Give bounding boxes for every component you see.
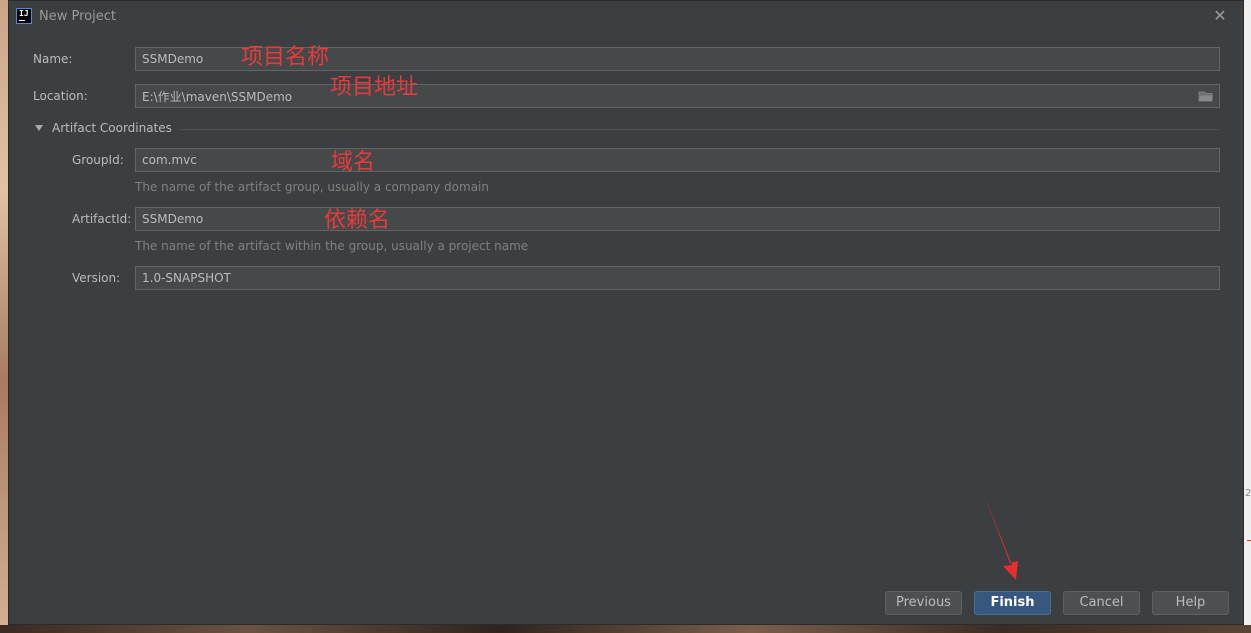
annotation-artifactid: 依赖名 xyxy=(324,208,391,233)
intellij-idea-icon: IJ xyxy=(16,8,32,24)
location-label: Location: xyxy=(33,89,88,103)
section-divider xyxy=(179,129,1219,130)
triangle-down-icon xyxy=(35,125,43,131)
title-bar[interactable]: IJ New Project ✕ xyxy=(9,1,1243,31)
version-label: Version: xyxy=(72,271,121,285)
desktop-background-left xyxy=(0,0,8,633)
groupid-label: GroupId: xyxy=(72,153,124,167)
artifactid-label: ArtifactId: xyxy=(72,212,132,226)
name-label: Name: xyxy=(33,52,73,66)
help-button[interactable]: Help xyxy=(1152,591,1229,615)
desktop-background-bottom xyxy=(0,625,1251,633)
folder-icon[interactable] xyxy=(1198,88,1214,104)
annotation-name: 项目名称 xyxy=(241,45,330,70)
location-field[interactable] xyxy=(135,84,1220,108)
annotation-location: 项目地址 xyxy=(330,75,419,100)
cancel-button[interactable]: Cancel xyxy=(1063,591,1140,615)
background-red-mark xyxy=(1247,540,1251,541)
previous-button[interactable]: Previous xyxy=(885,591,962,615)
artifactid-hint: The name of the artifact within the grou… xyxy=(135,239,529,253)
groupid-field[interactable] xyxy=(135,148,1220,172)
artifact-coordinates-label: Artifact Coordinates xyxy=(52,121,172,135)
close-icon[interactable]: ✕ xyxy=(1211,7,1229,25)
new-project-dialog: IJ New Project ✕ Name: 项目名称 Location: 项目… xyxy=(8,0,1244,625)
window-title: New Project xyxy=(39,9,116,24)
background-mark: 2 xyxy=(1245,488,1251,499)
artifactid-field[interactable] xyxy=(135,207,1220,231)
groupid-hint: The name of the artifact group, usually … xyxy=(135,180,489,194)
desktop-background-right: 2 xyxy=(1244,0,1251,633)
finish-button[interactable]: Finish xyxy=(974,591,1051,615)
version-field[interactable] xyxy=(135,266,1220,290)
annotation-groupid: 域名 xyxy=(331,150,376,175)
